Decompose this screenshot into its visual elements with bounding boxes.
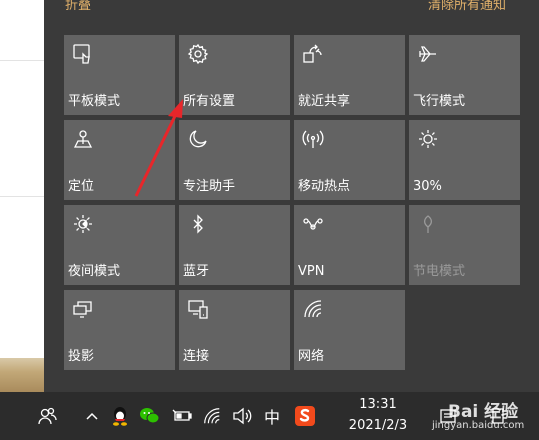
- network-icon: [302, 298, 324, 320]
- battery-saver-icon: [417, 213, 439, 235]
- battery-icon[interactable]: [168, 392, 196, 440]
- tile-connect[interactable]: 连接: [179, 290, 290, 370]
- night-light-icon: [72, 213, 94, 235]
- vpn-icon: [302, 213, 324, 235]
- tile-label: 定位: [68, 179, 95, 194]
- tile-network[interactable]: 网络: [294, 290, 405, 370]
- tile-label: 夜间模式: [68, 264, 121, 279]
- tile-label: 30%: [413, 179, 442, 194]
- input-method-indicator[interactable]: 中: [258, 392, 286, 440]
- tile-bluetooth[interactable]: 蓝牙: [179, 205, 290, 285]
- divider: [0, 60, 44, 61]
- nearby-share-icon: [302, 43, 324, 65]
- tile-label: 就近共享: [298, 94, 351, 109]
- tile-brightness[interactable]: 30%: [409, 120, 520, 200]
- show-hidden-icons-chevron-icon[interactable]: [80, 392, 104, 440]
- watermark-brand: Bai 经验: [448, 402, 519, 422]
- clock-time: 13:31: [359, 397, 397, 412]
- tile-project[interactable]: 投影: [64, 290, 175, 370]
- tile-night-light[interactable]: 夜间模式: [64, 205, 175, 285]
- tile-tablet-mode[interactable]: 平板模式: [64, 35, 175, 115]
- divider: [0, 196, 44, 197]
- watermark-url: jingyan.baidu.com: [432, 420, 525, 431]
- connect-icon: [187, 298, 209, 320]
- tile-battery-saver[interactable]: 节电模式: [409, 205, 520, 285]
- clock-date: 2021/2/3: [348, 418, 408, 433]
- hotspot-icon: [302, 128, 324, 150]
- tile-label: 连接: [183, 349, 210, 364]
- tile-label: 网络: [298, 349, 325, 364]
- tile-vpn[interactable]: VPN: [294, 205, 405, 285]
- sogou-icon[interactable]: [290, 392, 320, 440]
- wifi-icon[interactable]: [198, 392, 226, 440]
- tile-label: 蓝牙: [183, 264, 210, 279]
- airplane-icon: [417, 43, 439, 65]
- qq-icon[interactable]: [106, 392, 134, 440]
- tile-label: 所有设置: [183, 94, 236, 109]
- tile-all-settings[interactable]: 所有设置: [179, 35, 290, 115]
- volume-icon[interactable]: [228, 392, 256, 440]
- tile-label: 飞行模式: [413, 94, 466, 109]
- tile-focus-assist[interactable]: 专注助手: [179, 120, 290, 200]
- moon-icon: [187, 128, 209, 150]
- wechat-icon[interactable]: [136, 392, 164, 440]
- tile-label: 节电模式: [413, 264, 466, 279]
- tile-label: VPN: [298, 264, 325, 279]
- bluetooth-icon: [187, 213, 209, 235]
- action-center-panel: 折叠 清除所有通知 平板模式 所有设置 就近共享 飞行模式 定位 专注助手 移动…: [44, 0, 539, 392]
- clear-all-notifications-link[interactable]: 清除所有通知: [428, 0, 506, 13]
- taskbar-clock[interactable]: 13:31 2021/2/3: [338, 392, 418, 440]
- brightness-icon: [417, 128, 439, 150]
- tile-airplane-mode[interactable]: 飞行模式: [409, 35, 520, 115]
- tile-location[interactable]: 定位: [64, 120, 175, 200]
- project-icon: [72, 298, 94, 320]
- tile-mobile-hotspot[interactable]: 移动热点: [294, 120, 405, 200]
- tile-label: 投影: [68, 349, 95, 364]
- gear-icon: [187, 43, 209, 65]
- tile-label: 平板模式: [68, 94, 121, 109]
- tile-label: 专注助手: [183, 179, 236, 194]
- tablet-mode-icon: [72, 43, 94, 65]
- tile-nearby-share[interactable]: 就近共享: [294, 35, 405, 115]
- background-image: [0, 358, 44, 392]
- tile-label: 移动热点: [298, 179, 351, 194]
- people-icon[interactable]: [32, 392, 62, 440]
- collapse-link[interactable]: 折叠: [65, 0, 91, 13]
- location-icon: [72, 128, 94, 150]
